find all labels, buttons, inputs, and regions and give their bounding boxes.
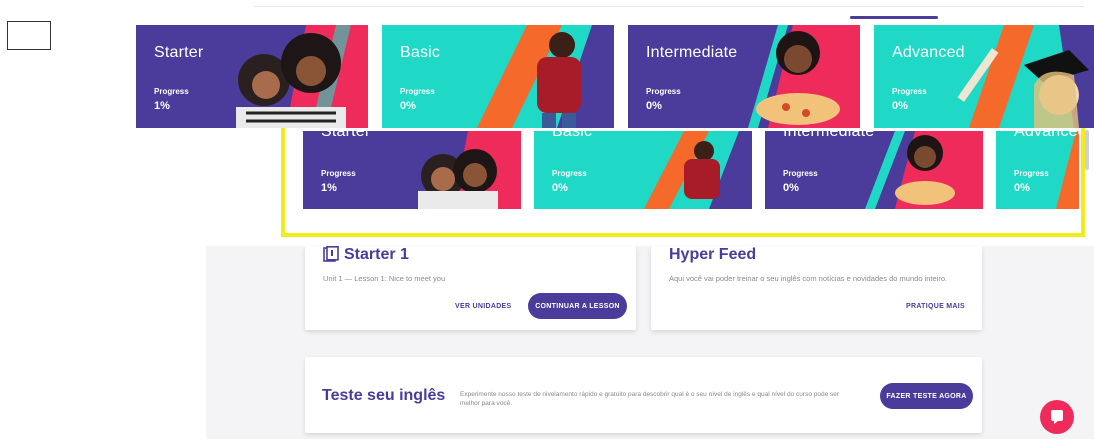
course-card-starter[interactable]: Starter Progress 1% [136,25,368,128]
course-title: Basic [400,44,441,61]
chat-icon[interactable] [1040,400,1074,434]
progress-label: Progress [400,87,435,96]
progress-label: Progress [892,87,927,96]
progress-label: Progress [154,87,189,96]
course-title: Starter [154,44,204,61]
test-title: Teste seu inglês [322,387,446,404]
course-title: Intermediate [646,44,738,61]
course-card-basic[interactable]: Basic Progress 0% [382,25,614,128]
practice-more-button[interactable]: PRATIQUE MAIS [906,303,965,310]
top-divider [254,6,1084,7]
continue-lesson-button[interactable]: CONTINUAR A LESSON [528,293,627,319]
test-description: Experimente nosso teste de nivelamento r… [460,391,840,407]
scrollbar[interactable] [1085,130,1089,170]
highlight-frame [281,119,1085,237]
empty-box [7,21,51,50]
lesson-card: Starter 1 Unit 1 — Lesson 1: Nice to mee… [305,246,636,330]
progress-value: 1% [154,100,170,112]
feed-subtitle: Aqui você vai poder treinar o seu inglês… [669,274,948,283]
lesson-subtitle: Unit 1 — Lesson 1: Nice to meet you [323,274,446,283]
progress-value: 0% [646,100,662,112]
course-title: Advanced [892,44,965,61]
lesson-title: Starter 1 [344,246,409,263]
progress-label: Progress [646,87,681,96]
test-card: Teste seu inglês Experimente nosso teste… [305,357,982,433]
hyper-feed-card: Hyper Feed Aqui você vai poder treinar o… [651,246,982,330]
see-units-button[interactable]: VER UNIDADES [455,303,512,310]
course-card-intermediate[interactable]: Intermediate Progress 0% [628,25,860,128]
progress-value: 0% [892,100,908,112]
progress-value: 0% [400,100,416,112]
book-icon [323,246,339,262]
take-test-button[interactable]: FAZER TESTE AGORA [880,383,973,409]
course-card-advanced[interactable]: Advanced Progress 0% [874,25,1094,128]
active-tab-indicator [850,16,938,19]
feed-title: Hyper Feed [669,246,757,263]
